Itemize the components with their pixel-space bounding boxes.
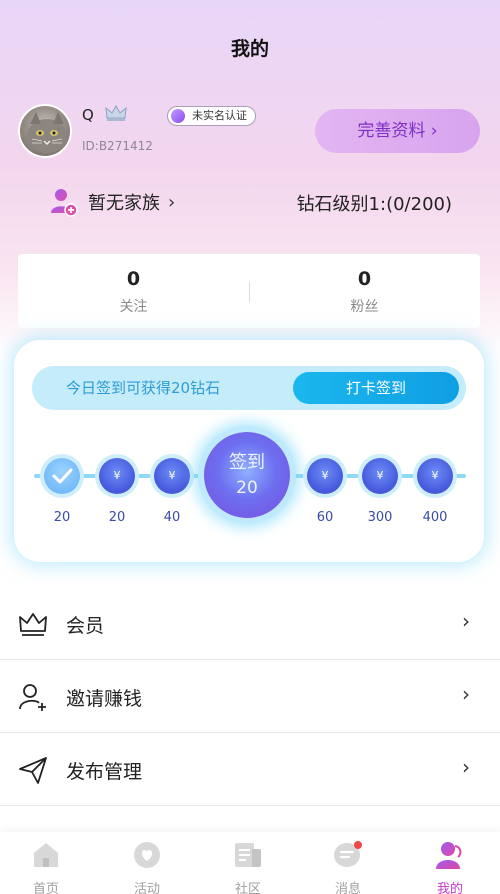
fans-count: 0 (357, 268, 372, 290)
community-icon (235, 843, 261, 867)
tab-label-messages: 消息 (334, 882, 361, 894)
complete-profile-button[interactable]: 完善资料 › (315, 109, 480, 153)
menu-label-publish: 发布管理 (66, 761, 143, 783)
vip-crown-icon (105, 104, 127, 121)
day-7-reward: 400 (422, 510, 448, 525)
heart-chat-icon (134, 842, 160, 868)
crown-icon (19, 613, 47, 636)
tab-label-home: 首页 (32, 882, 59, 894)
send-icon (19, 757, 47, 784)
profile-icon (436, 842, 462, 869)
menu-item-publish[interactable]: 发布管理 › (0, 733, 500, 806)
tab-messages[interactable]: 消息 (298, 840, 398, 894)
verify-dot-icon (171, 109, 185, 123)
day-3-reward: 40 (163, 510, 181, 525)
fans-label: 粉丝 (350, 299, 379, 315)
bottom-tab-bar: 首页 活动 社区 消息 我的 (0, 832, 500, 894)
checkmark-icon (52, 468, 73, 484)
menu-item-invite[interactable]: 邀请赚钱 › (0, 660, 500, 733)
complete-profile-label: 完善资料 (357, 121, 426, 141)
signin-big-value: 20 (236, 478, 258, 498)
add-user-icon (19, 684, 46, 711)
day-5-coin-icon: ¥ (307, 458, 343, 494)
day-6-coin-icon: ¥ (362, 458, 398, 494)
day-2-reward: 20 (108, 510, 126, 525)
day-3-coin-icon: ¥ (154, 458, 190, 494)
family-add-icon (51, 189, 78, 217)
checkin-button[interactable]: 打卡签到 (293, 372, 459, 404)
signin-bar: 今日签到可获得20钻石 打卡签到 (32, 366, 466, 410)
signin-big-label: 签到 (229, 452, 265, 473)
menu-item-vip[interactable]: 会员 › (0, 587, 500, 660)
following-label: 关注 (119, 299, 148, 315)
chevron-right-icon: › (462, 755, 470, 779)
page-title: 我的 (230, 38, 269, 60)
day-1-reward: 20 (53, 510, 71, 525)
username: Q (82, 106, 94, 124)
chevron-right-icon: › (462, 609, 470, 633)
day-7-coin-icon: ¥ (417, 458, 453, 494)
tab-activity[interactable]: 活动 (97, 840, 197, 894)
tab-label-activity: 活动 (133, 882, 160, 894)
menu-label-invite: 邀请赚钱 (66, 688, 143, 710)
signin-big-button[interactable]: 签到 20 (204, 432, 290, 518)
tab-community[interactable]: 社区 (198, 840, 298, 894)
chevron-right-icon: › (430, 121, 438, 141)
signin-hint: 今日签到可获得20钻石 (66, 379, 221, 397)
verify-status-badge[interactable]: 未实名认证 (167, 106, 256, 126)
following-stat[interactable]: 0 关注 (18, 268, 249, 316)
verify-badge-label: 未实名认证 (192, 109, 247, 122)
stats-card: 0 关注 0 粉丝 (18, 254, 480, 328)
day-2-coin-icon: ¥ (99, 458, 135, 494)
diamond-level: 钻石级别1:(0/200) (296, 194, 452, 215)
chevron-right-icon: › (168, 191, 176, 213)
chevron-right-icon: › (462, 682, 470, 706)
tab-profile[interactable]: 我的 (400, 840, 500, 894)
tab-label-community: 社区 (234, 882, 261, 894)
menu-label-vip: 会员 (66, 615, 105, 637)
day-5-reward: 60 (316, 510, 334, 525)
message-icon (334, 841, 362, 867)
user-id: ID:B271412 (82, 139, 153, 153)
signin-card: 今日签到可获得20钻石 打卡签到 20 ¥ 20 ¥ 40 签到 20 ¥ 60… (14, 340, 484, 562)
fans-stat[interactable]: 0 粉丝 (249, 268, 480, 316)
following-count: 0 (126, 268, 141, 290)
home-icon (34, 843, 58, 867)
day-6-reward: 300 (367, 510, 393, 525)
family-row[interactable]: 暂无家族 › (50, 186, 175, 218)
family-label: 暂无家族 (88, 193, 160, 214)
tab-label-profile: 我的 (436, 882, 463, 894)
day-1-checked (44, 458, 80, 494)
avatar[interactable] (18, 104, 72, 158)
tab-home[interactable]: 首页 (0, 840, 96, 894)
